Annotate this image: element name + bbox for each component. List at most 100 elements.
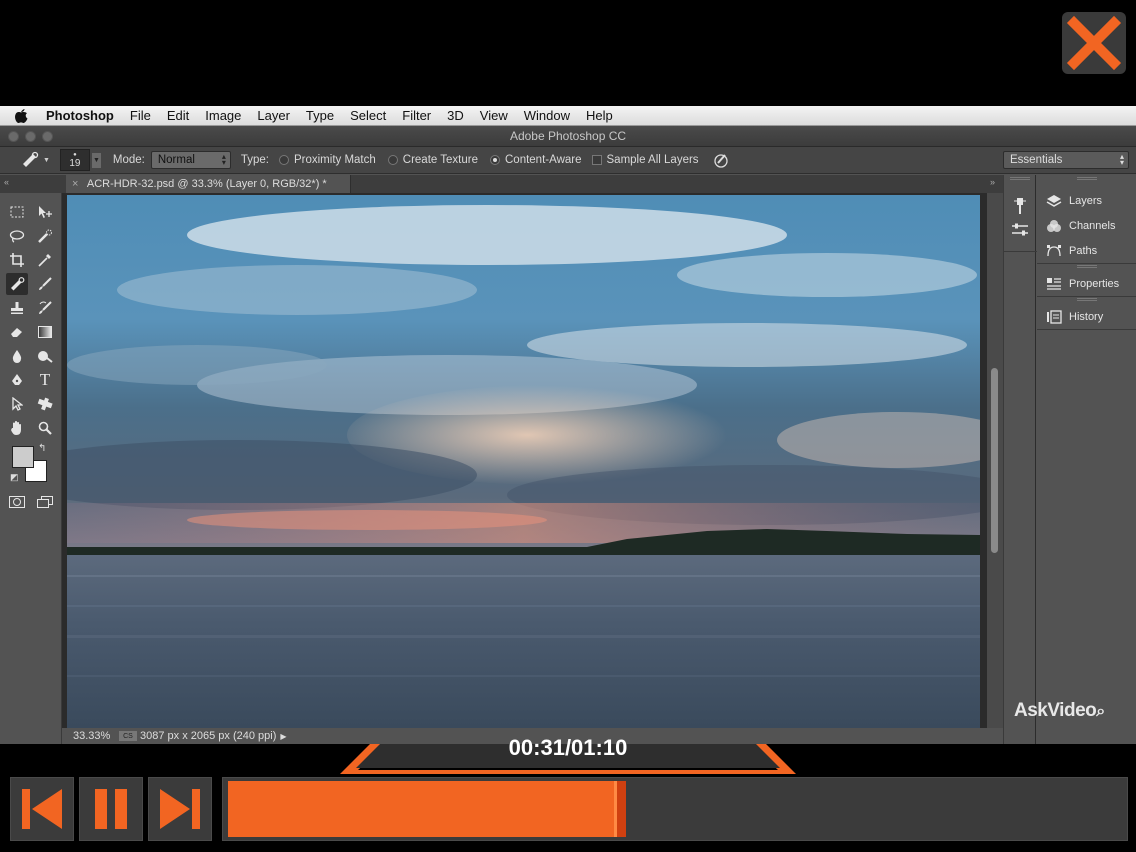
radio-circle [278, 155, 289, 165]
hand-tool[interactable] [6, 417, 28, 439]
history-icon [1045, 309, 1063, 325]
panel-properties[interactable]: Properties [1037, 271, 1136, 296]
vertical-scroll-thumb[interactable] [991, 368, 998, 553]
menu-window[interactable]: Window [524, 108, 570, 123]
pause-button[interactable] [79, 777, 143, 841]
dodge-tool[interactable] [34, 345, 56, 367]
zoom-tool[interactable] [34, 417, 56, 439]
progress-fill [228, 781, 626, 837]
panel-grip[interactable] [1076, 265, 1097, 268]
crop-tool[interactable] [6, 249, 28, 271]
close-tab-icon[interactable]: × [72, 178, 78, 190]
radio-proximity-match[interactable]: Proximity Match [278, 154, 376, 166]
skip-forward-button[interactable] [148, 777, 212, 841]
canvas-area: 33.33% CS 3087 px x 2065 px (240 ppi) ▶ [62, 193, 1003, 744]
type-tool[interactable]: T [34, 369, 56, 391]
panel-channels[interactable]: Channels [1037, 213, 1136, 238]
radio-label: Content-Aware [505, 154, 582, 166]
quick-selection-tool[interactable] [34, 225, 56, 247]
window-minimize-dot[interactable] [25, 131, 36, 142]
custom-shape-icon [37, 397, 53, 411]
mode-value: Normal [157, 154, 195, 166]
menu-edit[interactable]: Edit [167, 108, 189, 123]
spot-healing-tool[interactable] [6, 273, 28, 295]
marquee-tool[interactable] [6, 201, 28, 223]
radio-create-texture[interactable]: Create Texture [387, 154, 478, 166]
tool-preset-picker[interactable]: ▼ [20, 151, 50, 169]
pen-tool[interactable] [6, 369, 28, 391]
checkbox-box [591, 155, 602, 165]
document-canvas-image[interactable] [67, 195, 980, 728]
collapse-panels-icon[interactable]: » [990, 177, 995, 187]
skip-back-button[interactable] [10, 777, 74, 841]
panel-paths[interactable]: Paths [1037, 238, 1136, 263]
panel-grip[interactable] [1009, 177, 1030, 180]
window-controls [8, 131, 53, 142]
clone-stamp-tool[interactable] [6, 297, 28, 319]
panels-dock: Layers Channels Paths Properties History [1037, 175, 1136, 744]
blur-tool[interactable] [6, 345, 28, 367]
menu-type[interactable]: Type [306, 108, 334, 123]
vertical-scrollbar[interactable] [987, 193, 1003, 728]
window-zoom-dot[interactable] [42, 131, 53, 142]
progress-handle[interactable] [614, 781, 626, 837]
document-tab-label: ACR-HDR-32.psd @ 33.3% (Layer 0, RGB/32*… [86, 178, 327, 190]
apple-icon[interactable] [14, 108, 36, 124]
lasso-tool[interactable] [6, 225, 28, 247]
menu-app-name[interactable]: Photoshop [46, 108, 114, 123]
collapse-toolbox-icon[interactable]: « [4, 177, 9, 187]
swap-colors-icon[interactable]: ↰ [38, 443, 46, 454]
window-title: Adobe Photoshop CC [509, 129, 627, 143]
brush-size-picker[interactable]: ● 19 ▼ [59, 149, 101, 171]
adjustments-button[interactable] [1011, 222, 1029, 243]
panel-history[interactable]: History [1037, 304, 1136, 329]
checkbox-sample-all-layers[interactable]: Sample All Layers [591, 154, 699, 166]
panel-label: History [1069, 310, 1104, 323]
move-icon [39, 206, 52, 218]
quick-mask-icon [9, 496, 25, 508]
menu-3d[interactable]: 3D [447, 108, 464, 123]
info-menu-arrow-icon[interactable]: ▶ [280, 732, 286, 741]
panel-layers[interactable]: Layers [1037, 188, 1136, 213]
history-brush-icon [39, 301, 52, 314]
tool-presets-button[interactable] [1011, 197, 1029, 220]
pressure-size-button[interactable] [713, 152, 729, 168]
document-tab[interactable]: × ACR-HDR-32.psd @ 33.3% (Layer 0, RGB/3… [66, 175, 351, 193]
screen-mode-icon [37, 496, 53, 508]
zoom-magnifier-icon [38, 421, 52, 435]
menu-select[interactable]: Select [350, 108, 386, 123]
workspace-dropdown[interactable]: Essentials ▴ ▾ [1003, 151, 1129, 169]
gradient-tool[interactable] [34, 321, 56, 343]
screen-mode-button[interactable] [34, 491, 56, 513]
panel-label: Channels [1069, 219, 1116, 232]
dropdown-arrows-icon: ▴ ▾ [221, 152, 226, 167]
menu-bar: Photoshop File Edit Image Layer Type Sel… [0, 106, 1136, 126]
menu-layer[interactable]: Layer [257, 108, 290, 123]
zoom-level[interactable]: 33.33% [73, 730, 119, 742]
panel-grip[interactable] [1076, 298, 1097, 301]
brush-tool[interactable] [34, 273, 56, 295]
path-selection-tool[interactable] [6, 393, 28, 415]
close-icon [1066, 15, 1122, 71]
close-button[interactable] [1062, 12, 1126, 74]
radio-content-aware[interactable]: Content-Aware [490, 154, 582, 166]
menu-view[interactable]: View [480, 108, 508, 123]
window-close-dot[interactable] [8, 131, 19, 142]
eyedropper-tool[interactable] [34, 249, 56, 271]
shape-tool[interactable] [34, 393, 56, 415]
quick-mask-button[interactable] [6, 491, 28, 513]
menu-filter[interactable]: Filter [402, 108, 431, 123]
history-brush-tool[interactable] [34, 297, 56, 319]
menu-file[interactable]: File [130, 108, 151, 123]
progress-bar[interactable] [222, 777, 1128, 841]
mode-dropdown[interactable]: Normal ▴ ▾ [150, 151, 231, 169]
landscape-sunset-photo [67, 195, 980, 728]
brush-size-box[interactable]: ● 19 [59, 149, 90, 171]
default-colors-icon[interactable]: ◩ [10, 472, 19, 483]
menu-image[interactable]: Image [205, 108, 241, 123]
move-tool[interactable] [34, 201, 56, 223]
panel-separator [1037, 296, 1136, 304]
menu-help[interactable]: Help [586, 108, 613, 123]
pause-icon [95, 789, 127, 829]
eraser-tool[interactable] [6, 321, 28, 343]
